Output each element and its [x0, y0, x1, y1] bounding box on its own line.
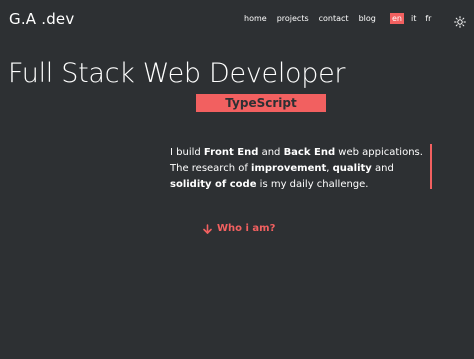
nav-home[interactable]: home	[244, 14, 267, 23]
intro-accent-bar	[430, 144, 432, 189]
site-logo[interactable]: G.A .dev	[9, 10, 74, 28]
language-switcher: en it fr	[390, 13, 433, 24]
lang-it[interactable]: it	[409, 13, 418, 24]
nav-blog[interactable]: blog	[359, 14, 376, 23]
nav-projects[interactable]: projects	[277, 14, 309, 23]
highlight-improvement: improvement	[251, 163, 327, 174]
highlight-quality: quality	[332, 163, 372, 174]
main-nav: home projects contact blog	[244, 14, 376, 23]
nav-contact[interactable]: contact	[319, 14, 349, 23]
sun-icon	[454, 16, 466, 28]
lang-en[interactable]: en	[390, 13, 404, 24]
theme-toggle-button[interactable]	[454, 13, 466, 28]
lang-fr[interactable]: fr	[423, 13, 433, 24]
highlight-front-end: Front End	[203, 147, 259, 158]
arrow-down-icon	[203, 223, 212, 234]
intro-text: I build Front End and Back End web appic…	[170, 147, 423, 190]
typed-tech-badge: TypeScript	[196, 94, 326, 112]
highlight-solidity: solidity of code	[170, 179, 257, 190]
highlight-back-end: Back End	[283, 147, 336, 158]
who-i-am-label: Who i am?	[217, 223, 276, 234]
hero-title: Full Stack Web Developer	[8, 58, 346, 89]
who-i-am-link[interactable]: Who i am?	[203, 223, 275, 234]
